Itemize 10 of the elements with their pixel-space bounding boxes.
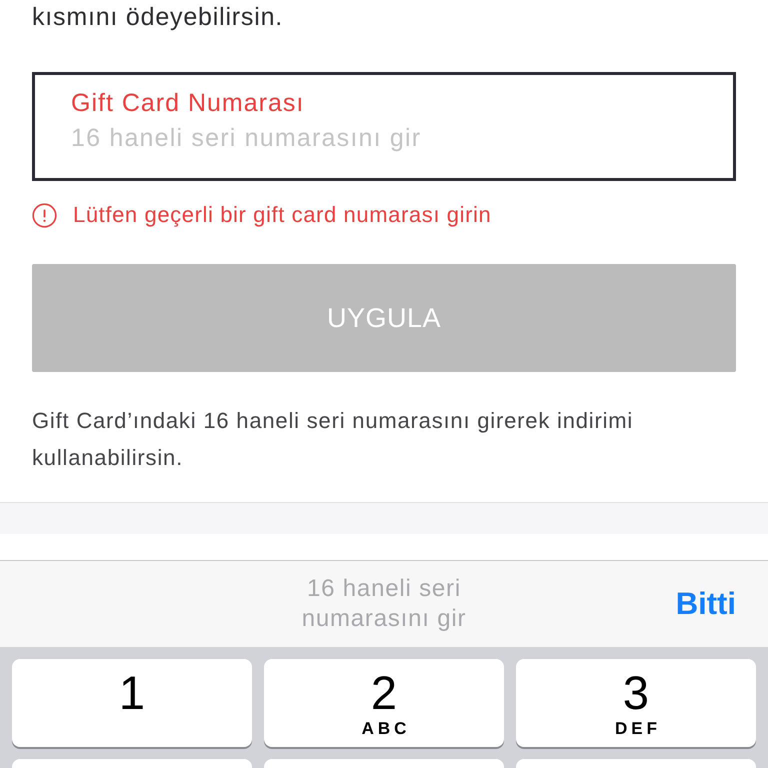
field-label: Gift Card Numarası: [71, 88, 304, 118]
error-icon: [32, 202, 57, 228]
keypad-key[interactable]: 2 ABC: [264, 659, 504, 747]
error-message: Lütfen geçerli bir gift card numarası girin: [73, 202, 492, 228]
intro-text: kısmını ödeyebilirsin.: [32, 2, 284, 33]
done-button[interactable]: Bitti: [676, 586, 736, 622]
keypad-key[interactable]: 1: [12, 659, 252, 747]
field-prompt: 16 haneli seri numarasını gir: [300, 574, 468, 634]
help-text: Gift Card’ındaki 16 haneli seri numarasını girerek indirimi kullanabilirsin.: [32, 407, 634, 472]
keypad-key[interactable]: 3 DEF: [516, 659, 756, 747]
